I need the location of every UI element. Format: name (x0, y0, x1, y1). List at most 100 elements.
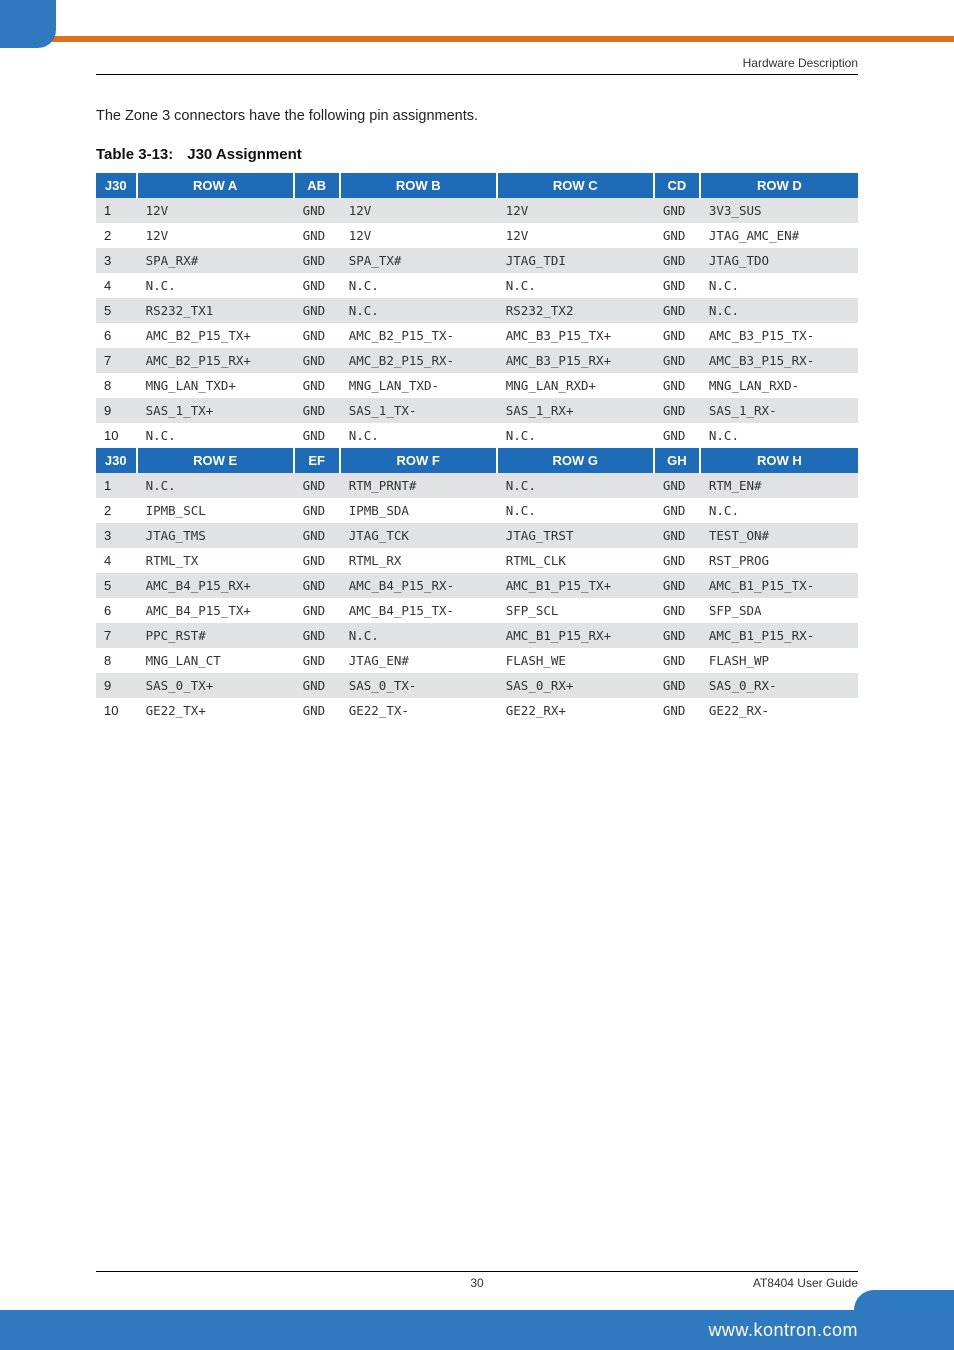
table-cell: GND (295, 673, 341, 698)
table-cell: N.C. (701, 423, 858, 448)
table-row: 3SPA_RX#GNDSPA_TX#JTAG_TDIGNDJTAG_TDO (96, 248, 858, 273)
table-cell: AMC_B2_P15_RX+ (138, 348, 295, 373)
table-cell: N.C. (341, 423, 498, 448)
table-cell: AMC_B3_P15_TX+ (498, 323, 655, 348)
table-cell: AMC_B2_P15_TX+ (138, 323, 295, 348)
table-cell: GND (295, 248, 341, 273)
table-cell: GND (655, 348, 701, 373)
table-cell: GND (655, 223, 701, 248)
table-cell: GND (655, 473, 701, 498)
table-cell: FLASH_WP (701, 648, 858, 673)
table-cell: 6 (96, 323, 138, 348)
table-cell: AMC_B1_P15_RX- (701, 623, 858, 648)
table-row: 10N.C.GNDN.C.N.C.GNDN.C. (96, 423, 858, 448)
table-cell: 5 (96, 573, 138, 598)
table-row: 212VGND12V12VGNDJTAG_AMC_EN# (96, 223, 858, 248)
table-cell: GND (295, 198, 341, 223)
table-cell: 12V (341, 223, 498, 248)
table-cell: IPMB_SDA (341, 498, 498, 523)
th-ef: EF (295, 448, 341, 473)
table-cell: AMC_B3_P15_TX- (701, 323, 858, 348)
table-cell: GND (295, 323, 341, 348)
table-cell: GE22_TX- (341, 698, 498, 723)
table-cell: AMC_B3_P15_RX+ (498, 348, 655, 373)
top-blue-tab (0, 0, 56, 48)
table-row: 4RTML_TXGNDRTML_RXRTML_CLKGNDRST_PROG (96, 548, 858, 573)
table-cell: GND (655, 198, 701, 223)
table-cell: 7 (96, 623, 138, 648)
table-cell: 5 (96, 298, 138, 323)
table-cell: GND (295, 473, 341, 498)
table-cell: RS232_TX1 (138, 298, 295, 323)
table-cell: GND (655, 373, 701, 398)
table-cell: 12V (341, 198, 498, 223)
table-cell: 8 (96, 373, 138, 398)
table-cell: RTML_CLK (498, 548, 655, 573)
table-cell: GND (655, 298, 701, 323)
table-cell: PPC_RST# (138, 623, 295, 648)
th-row-c: ROW C (498, 173, 655, 198)
table-cell: 10 (96, 698, 138, 723)
table-cell: 9 (96, 398, 138, 423)
table-cell: 1 (96, 198, 138, 223)
table-cell: MNG_LAN_RXD+ (498, 373, 655, 398)
bottom-curve (854, 1290, 954, 1310)
caption-title: J30 Assignment (187, 146, 302, 163)
table-cell: 12V (498, 198, 655, 223)
table-row: 3JTAG_TMSGNDJTAG_TCKJTAG_TRSTGNDTEST_ON# (96, 523, 858, 548)
table-cell: N.C. (701, 273, 858, 298)
table-cell: RS232_TX2 (498, 298, 655, 323)
table-cell: N.C. (138, 473, 295, 498)
bottom-band: www.kontron.com (0, 1310, 954, 1350)
table-cell: JTAG_EN# (341, 648, 498, 673)
table-cell: AMC_B4_P15_RX- (341, 573, 498, 598)
table-cell: SPA_RX# (138, 248, 295, 273)
table-cell: N.C. (498, 473, 655, 498)
footer-guide: AT8404 User Guide (753, 1276, 858, 1290)
table-cell: GND (655, 273, 701, 298)
table-cell: AMC_B1_P15_TX+ (498, 573, 655, 598)
table-cell: 3V3_SUS (701, 198, 858, 223)
table-cell: GND (295, 623, 341, 648)
table-cell: RTM_PRNT# (341, 473, 498, 498)
table-cell: TEST_ON# (701, 523, 858, 548)
table-cell: GND (655, 573, 701, 598)
table-cell: SPA_TX# (341, 248, 498, 273)
table-cell: GND (655, 498, 701, 523)
table-cell: SAS_0_RX+ (498, 673, 655, 698)
table-cell: N.C. (138, 273, 295, 298)
table-cell: 3 (96, 248, 138, 273)
header-section: Hardware Description (743, 56, 858, 70)
table-cell: GND (655, 623, 701, 648)
table-cell: GND (295, 273, 341, 298)
table-cell: 4 (96, 548, 138, 573)
th-row-e: ROW E (138, 448, 295, 473)
table-cell: JTAG_TDO (701, 248, 858, 273)
table-cell: GND (655, 248, 701, 273)
table-cell: SAS_0_TX- (341, 673, 498, 698)
table-cell: N.C. (138, 423, 295, 448)
table-row: 112VGND12V12VGND3V3_SUS (96, 198, 858, 223)
table-cell: MNG_LAN_RXD- (701, 373, 858, 398)
table-cell: SAS_1_RX- (701, 398, 858, 423)
table-cell: 8 (96, 648, 138, 673)
table-cell: GND (295, 573, 341, 598)
table-cell: AMC_B1_P15_TX- (701, 573, 858, 598)
table-cell: MNG_LAN_TXD+ (138, 373, 295, 398)
table-cell: FLASH_WE (498, 648, 655, 673)
th-row-a: ROW A (138, 173, 295, 198)
th-row-g: ROW G (498, 448, 655, 473)
table-cell: GND (655, 323, 701, 348)
table-cell: MNG_LAN_TXD- (341, 373, 498, 398)
table-cell: GND (295, 223, 341, 248)
table-cell: JTAG_TDI (498, 248, 655, 273)
table-cell: 1 (96, 473, 138, 498)
table-row: 10GE22_TX+GNDGE22_TX-GE22_RX+GNDGE22_RX- (96, 698, 858, 723)
table-cell: GND (295, 348, 341, 373)
table-row: 7AMC_B2_P15_RX+GNDAMC_B2_P15_RX-AMC_B3_P… (96, 348, 858, 373)
pin-table: J30 ROW A AB ROW B ROW C CD ROW D 112VGN… (96, 173, 858, 723)
table-row: 8MNG_LAN_CTGNDJTAG_EN#FLASH_WEGNDFLASH_W… (96, 648, 858, 673)
table-cell: GND (295, 498, 341, 523)
table-cell: GND (295, 648, 341, 673)
table-cell: JTAG_TCK (341, 523, 498, 548)
